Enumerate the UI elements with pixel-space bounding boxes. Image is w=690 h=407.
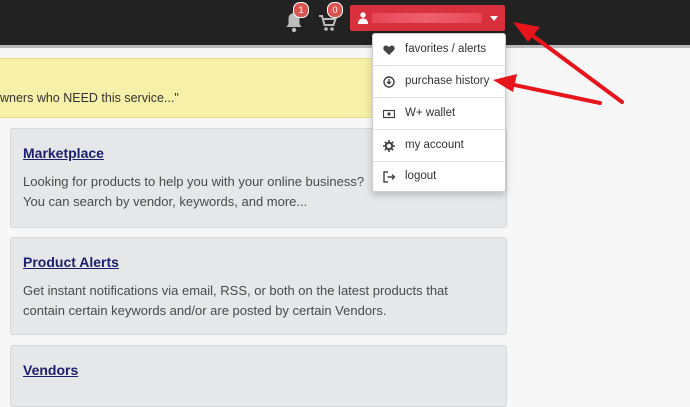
menu-item-label: logout (405, 170, 437, 182)
menu-divider (373, 65, 505, 66)
product-alerts-description: Get instant notifications via email, RSS… (23, 281, 483, 321)
chevron-down-icon (490, 16, 498, 21)
menu-item-logout[interactable]: logout (373, 162, 505, 192)
arrow-to-purchase-history (493, 74, 602, 105)
menu-item-wallet[interactable]: W+ wallet (373, 99, 505, 129)
navbar-divider (0, 45, 690, 48)
user-icon (358, 12, 368, 24)
description-line: contain certain keywords and/or are post… (23, 303, 387, 318)
menu-item-label: favorites / alerts (405, 43, 487, 55)
user-dropdown-menu: favorites / alerts purchase history W+ w… (372, 33, 506, 192)
banner-text: wners who NEED this service..." (0, 91, 179, 105)
product-alerts-card: Product Alerts Get instant notifications… (10, 237, 507, 335)
cart-count-badge: 0 (327, 2, 343, 18)
menu-divider (373, 129, 505, 130)
vendors-link[interactable]: Vendors (23, 362, 78, 378)
gear-icon (383, 140, 395, 152)
description-line: You can search by vendor, keywords, and … (23, 194, 308, 209)
description-line: Get instant notifications via email, RSS… (23, 283, 448, 298)
menu-item-my-account[interactable]: my account (373, 131, 505, 161)
notifications-count-badge: 1 (293, 2, 309, 18)
menu-item-label: purchase history (405, 75, 490, 87)
wallet-icon (383, 109, 395, 119)
notifications-button[interactable]: 1 (284, 2, 309, 36)
menu-divider (373, 97, 505, 98)
menu-item-label: my account (405, 139, 464, 151)
marketplace-link[interactable]: Marketplace (23, 145, 104, 161)
cart-button[interactable]: 0 (318, 2, 343, 36)
logout-icon (383, 171, 395, 183)
user-name-redacted (372, 13, 482, 23)
vendors-card: Vendors (10, 345, 507, 407)
product-alerts-link[interactable]: Product Alerts (23, 254, 119, 270)
user-menu-toggle[interactable] (350, 5, 505, 31)
heart-icon (383, 45, 395, 55)
download-icon (383, 76, 395, 88)
menu-item-favorites-alerts[interactable]: favorites / alerts (373, 35, 505, 65)
menu-item-purchase-history[interactable]: purchase history (373, 67, 505, 97)
top-navbar: 1 0 (0, 0, 690, 45)
menu-item-label: W+ wallet (405, 107, 456, 119)
